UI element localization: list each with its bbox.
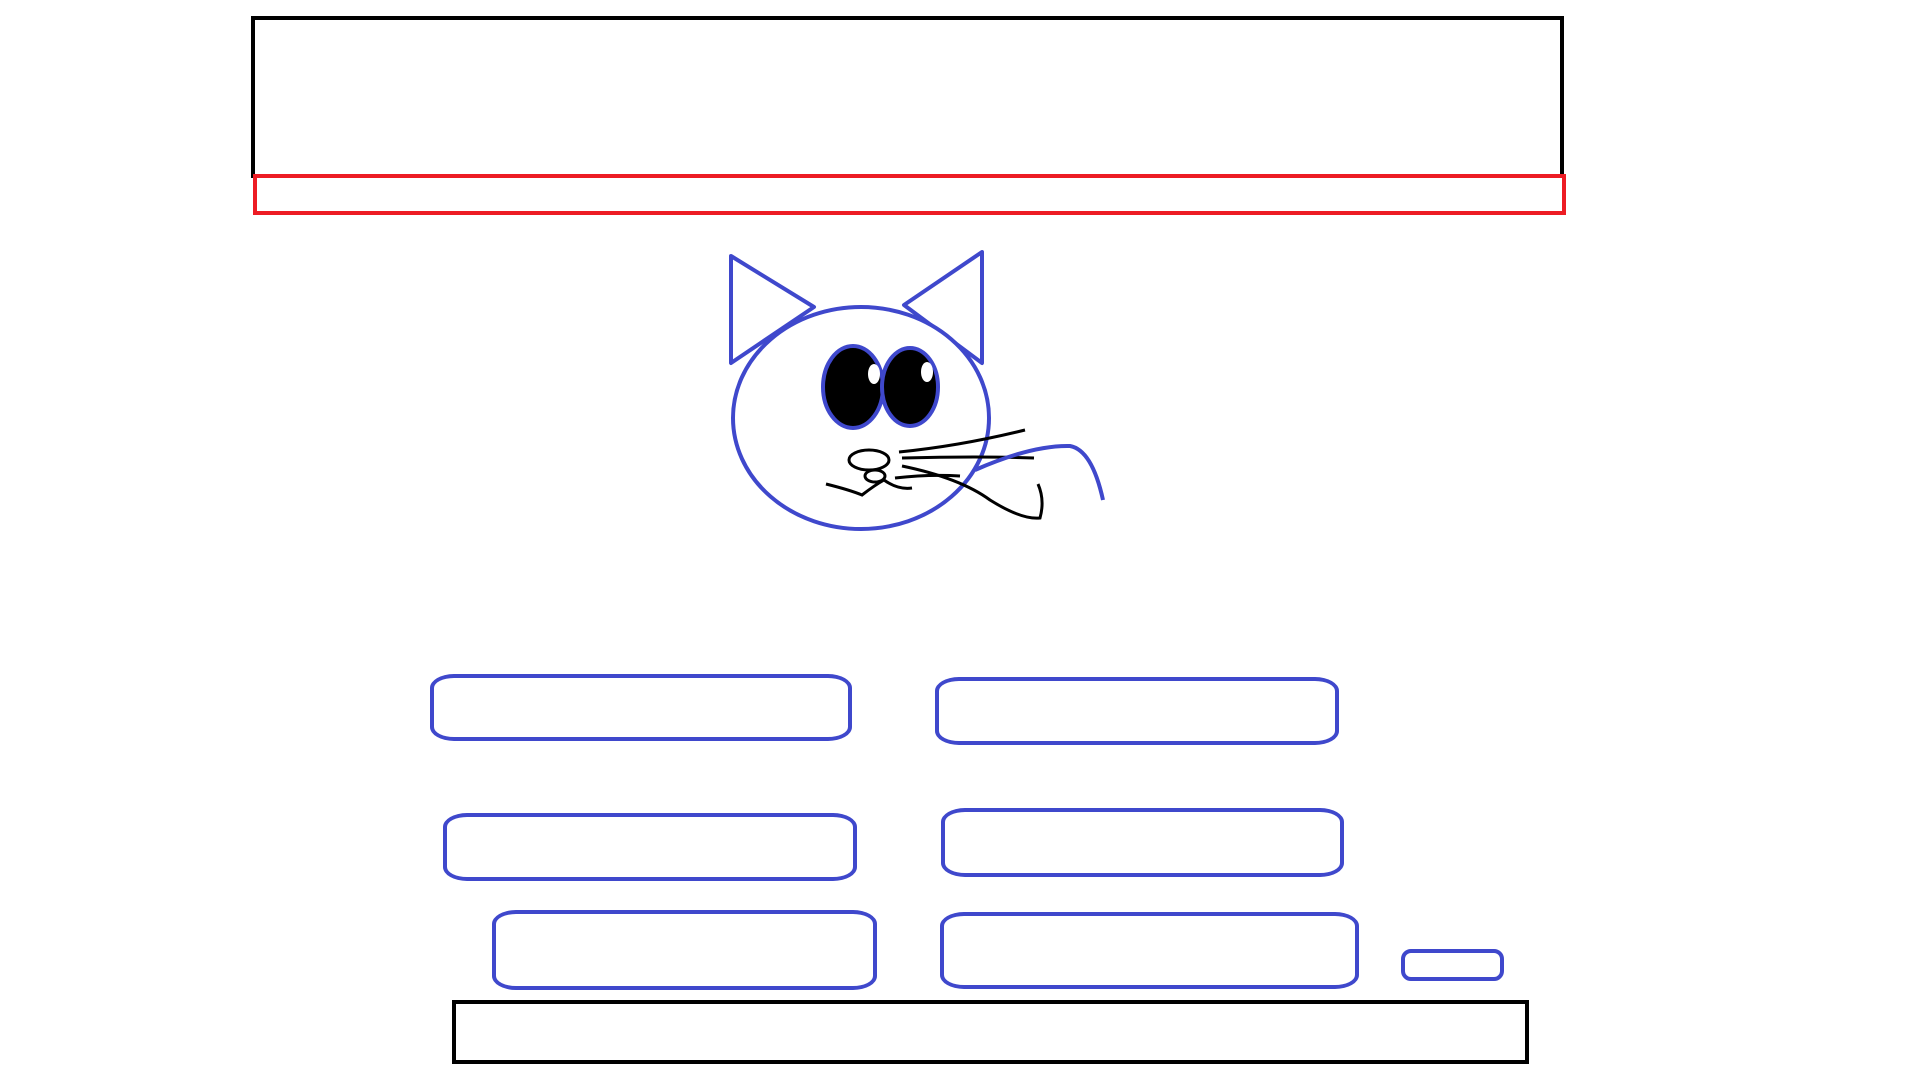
footer-box — [452, 1000, 1529, 1064]
menu-button-1[interactable] — [430, 674, 852, 741]
menu-button-2[interactable] — [935, 677, 1339, 745]
small-button[interactable] — [1401, 949, 1504, 981]
menu-button-6[interactable] — [940, 912, 1359, 989]
menu-button-4[interactable] — [941, 808, 1344, 877]
cat-tail — [974, 443, 1105, 501]
cat-left-eye-glint — [868, 364, 880, 384]
cat-right-eye — [880, 346, 940, 428]
menu-button-5[interactable] — [492, 910, 877, 990]
cat-left-eye — [821, 344, 885, 430]
nav-bar[interactable] — [253, 174, 1566, 215]
cat-icon — [729, 250, 1105, 531]
cat-right-eye-glint — [921, 362, 933, 382]
menu-button-3[interactable] — [443, 813, 857, 881]
header-box — [251, 16, 1564, 178]
